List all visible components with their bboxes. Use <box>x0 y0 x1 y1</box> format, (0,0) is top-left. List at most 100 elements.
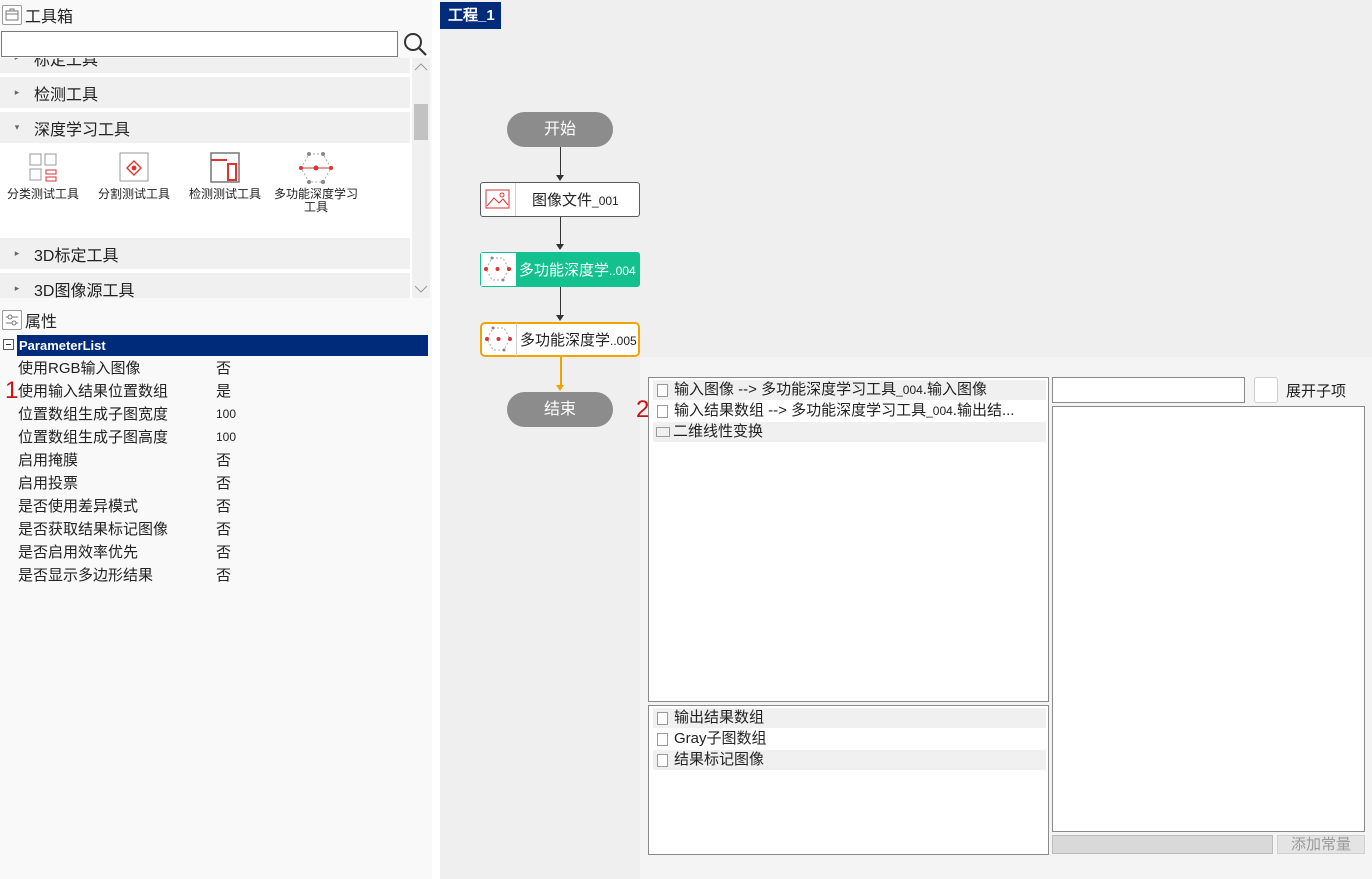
property-value[interactable]: 否 <box>216 449 231 472</box>
document-icon <box>657 711 668 725</box>
list-item[interactable]: 输入结果数组 --> 多功能深度学习工具_004.输出结... <box>653 401 1046 421</box>
input-link-list[interactable]: 输入图像 --> 多功能深度学习工具_004.输入图像 输入结果数组 --> 多… <box>648 377 1049 702</box>
expand-arrow-icon: ▸ <box>14 87 20 97</box>
tool-label: 多功能深度学习工具 <box>273 187 358 214</box>
property-value[interactable]: 100 <box>216 403 236 426</box>
category-label: 深度学习工具 <box>34 121 131 139</box>
tab-project[interactable]: 工程_1 <box>440 2 501 29</box>
node-label: 多功能深度学..004 <box>519 262 636 279</box>
expand-checkbox[interactable] <box>1254 377 1278 403</box>
connector <box>560 287 561 315</box>
tool-label: 检测测试工具 <box>188 187 261 201</box>
toolbox-tree: ▸ 标定工具 ▸ 检测工具 ▾ 深度学习工具 分类测试工具 分割测试工具 <box>0 58 412 298</box>
connector-selected <box>560 357 562 385</box>
tool-multi-deep-learning[interactable]: 多功能深度学习工具 <box>271 146 361 214</box>
category-label: 3D标定工具 <box>34 247 119 265</box>
toolbox-scrollbar[interactable] <box>412 58 430 298</box>
list-item[interactable]: 二维线性变换 <box>653 422 1046 442</box>
document-icon <box>657 404 668 418</box>
collapse-arrow-icon: ▾ <box>14 122 20 132</box>
property-name: 启用投票 <box>18 475 79 492</box>
tool-label: 分类测试工具 <box>6 187 79 201</box>
folder-icon <box>656 427 670 437</box>
scroll-down-icon[interactable] <box>412 280 430 298</box>
detect-test-icon <box>207 152 243 184</box>
category-calibration[interactable]: ▸ 标定工具 <box>0 58 410 75</box>
scroll-thumb[interactable] <box>414 104 428 140</box>
property-name: 是否显示多边形结果 <box>18 567 154 584</box>
toolbox-search-input[interactable] <box>1 31 398 57</box>
property-value[interactable]: 否 <box>216 518 231 541</box>
add-constant-button[interactable]: 添加常量 <box>1277 835 1365 854</box>
node-image-file[interactable]: 图像文件_001 <box>480 182 640 217</box>
filter-input[interactable] <box>1052 377 1245 403</box>
collapse-toggle-icon[interactable] <box>3 339 15 351</box>
list-item[interactable]: 输出结果数组 <box>653 708 1046 728</box>
property-value[interactable]: 否 <box>216 564 231 587</box>
expand-arrow-icon: ▸ <box>0 58 34 63</box>
category-3d-calibration[interactable]: ▸ 3D标定工具 <box>0 238 410 271</box>
tool-classify-test[interactable]: 分类测试工具 <box>0 146 88 201</box>
annotation-marker-2: 2 <box>636 396 650 423</box>
expand-arrow-icon: ▸ <box>14 248 20 258</box>
property-name: 位置数组生成子图宽度 <box>18 406 169 423</box>
property-value[interactable]: 是 <box>216 380 231 403</box>
document-icon <box>657 732 668 746</box>
tool-detect-test[interactable]: 检测测试工具 <box>180 146 270 201</box>
list-item-text: 输出结果数组 <box>674 709 765 726</box>
category-label: 检测工具 <box>34 86 99 104</box>
node-multi-dl-005[interactable]: 多功能深度学..005 <box>480 322 640 357</box>
scroll-up-icon[interactable] <box>412 58 430 76</box>
node-label: 图像文件_001 <box>532 192 619 209</box>
expand-label: 展开子项 <box>1286 383 1347 400</box>
property-row[interactable]: 是否获取结果标记图像 否 <box>18 518 428 541</box>
property-value[interactable]: 否 <box>216 495 231 518</box>
connector-arrow <box>556 175 564 181</box>
annotation-marker-1: 1 <box>5 377 19 404</box>
document-icon <box>657 383 668 397</box>
property-row[interactable]: 是否启用效率优先 否 <box>18 541 428 564</box>
list-item-text: 结果标记图像 <box>674 751 765 768</box>
category-3d-image-source[interactable]: ▸ 3D图像源工具 <box>0 273 410 298</box>
property-row[interactable]: 位置数组生成子图高度 100 <box>18 426 428 449</box>
connector <box>560 147 561 175</box>
property-row[interactable]: 启用投票 否 <box>18 472 428 495</box>
list-item-text: 输入结果数组 --> 多功能深度学习工具_004.输出结... <box>674 402 1015 419</box>
property-row[interactable]: 是否使用差异模式 否 <box>18 495 428 518</box>
detail-panel[interactable] <box>1052 406 1365 832</box>
property-name: 启用掩膜 <box>18 452 79 469</box>
document-icon <box>657 753 668 767</box>
expand-arrow-icon: ▸ <box>14 283 20 293</box>
tool-segment-test[interactable]: 分割测试工具 <box>89 146 179 201</box>
properties-icon <box>2 310 22 330</box>
node-multi-dl-004[interactable]: 多功能深度学..004 <box>480 252 640 287</box>
start-node[interactable]: 开始 <box>507 112 613 147</box>
property-row[interactable]: 使用输入结果位置数组 是 <box>18 380 428 403</box>
toolbox-title: 工具箱 <box>25 9 74 26</box>
property-value[interactable]: 否 <box>216 541 231 564</box>
property-name: 是否启用效率优先 <box>18 544 139 561</box>
property-row[interactable]: 使用RGB输入图像 否 <box>18 357 428 380</box>
property-row[interactable]: 位置数组生成子图宽度 100 <box>18 403 428 426</box>
list-item-text: 输入图像 --> 多功能深度学习工具_004.输入图像 <box>674 381 987 398</box>
output-list[interactable]: 输出结果数组 Gray子图数组 结果标记图像 <box>648 705 1049 855</box>
list-item[interactable]: 结果标记图像 <box>653 750 1046 770</box>
list-item[interactable]: 输入图像 --> 多功能深度学习工具_004.输入图像 <box>653 380 1046 400</box>
node-label: 多功能深度学..005 <box>520 332 637 349</box>
end-node[interactable]: 结束 <box>507 392 613 427</box>
list-item-text: Gray子图数组 <box>674 730 767 747</box>
connector-arrow <box>556 244 564 250</box>
property-value[interactable]: 100 <box>216 426 236 449</box>
search-icon[interactable] <box>402 31 428 57</box>
category-detection[interactable]: ▸ 检测工具 <box>0 77 410 110</box>
category-deep-learning[interactable]: ▾ 深度学习工具 <box>0 112 410 145</box>
classify-test-icon <box>25 152 61 184</box>
property-row[interactable]: 是否显示多边形结果 否 <box>18 564 428 587</box>
list-item[interactable]: Gray子图数组 <box>653 729 1046 749</box>
multi-dl-icon <box>481 253 516 286</box>
property-value[interactable]: 否 <box>216 472 231 495</box>
property-row[interactable]: 启用掩膜 否 <box>18 449 428 472</box>
value-field[interactable] <box>1052 835 1273 854</box>
category-label: 标定工具 <box>34 58 99 69</box>
property-value[interactable]: 否 <box>216 357 231 380</box>
